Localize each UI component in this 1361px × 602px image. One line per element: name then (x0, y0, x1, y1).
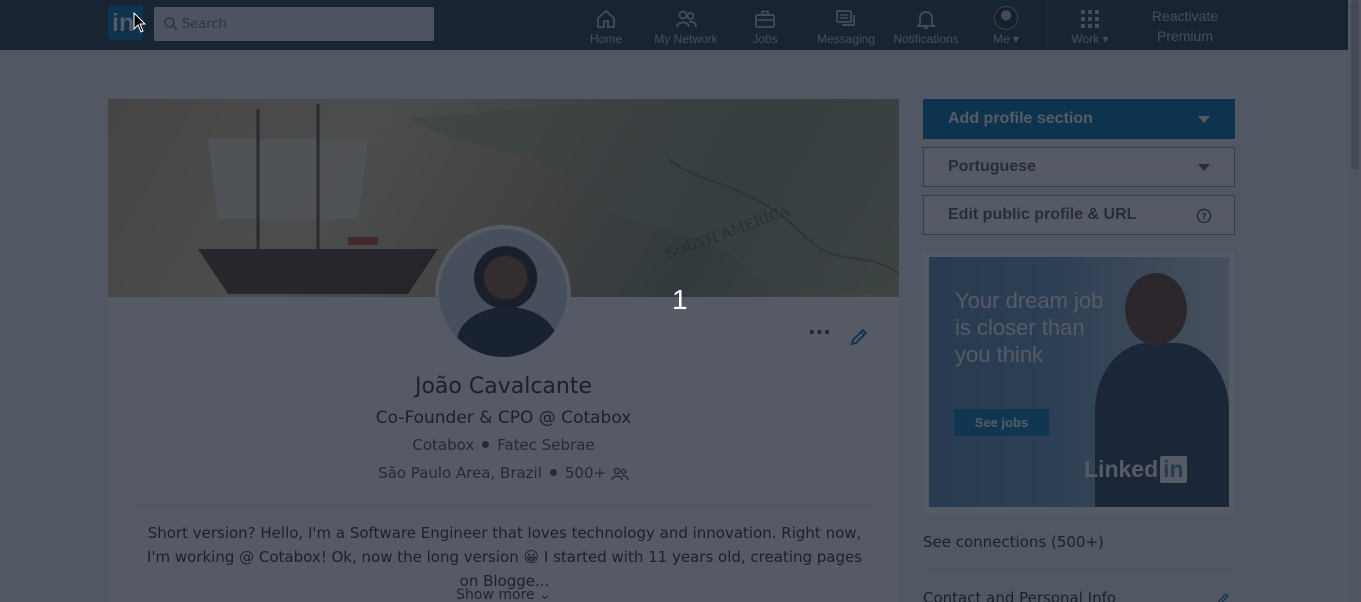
ad-person-head (1125, 273, 1187, 345)
see-connections-link[interactable]: See connections (500+) (923, 533, 1235, 551)
language-select[interactable]: Portuguese (923, 147, 1235, 187)
nav-home[interactable]: Home (586, 0, 626, 50)
nav-me-label: Me ▾ (992, 32, 1020, 46)
sidebar-divider (923, 570, 1235, 571)
chevron-down-icon: ▾ (1012, 32, 1020, 46)
job-ad[interactable]: Your dream job is closer than you think … (923, 251, 1235, 515)
nav-jobs-label: Jobs (752, 32, 778, 46)
grid-icon (1081, 10, 1099, 28)
ad-headline: Your dream job is closer than you think (955, 288, 1104, 367)
add-profile-section-label: Add profile section (948, 110, 1093, 127)
show-more-label: Show more (456, 587, 535, 602)
nav-jobs[interactable]: Jobs (745, 0, 785, 50)
briefcase-icon (755, 10, 775, 28)
nav-home-label: Home (589, 32, 622, 46)
profile-name: João Cavalcante (414, 374, 593, 399)
top-nav: in Home My Network Jobs (0, 0, 1361, 50)
card-divider (136, 505, 873, 506)
chevron-down-icon: ⌄ (539, 587, 551, 602)
pencil-icon[interactable] (848, 326, 870, 348)
home-icon (597, 9, 615, 28)
connections-icon (611, 467, 629, 480)
education[interactable]: Fatec Sebrae (497, 436, 594, 454)
chevron-down-icon: ▾ (1102, 32, 1109, 46)
add-profile-section-button[interactable]: Add profile section (923, 99, 1235, 139)
svg-text:?: ? (1201, 213, 1206, 223)
nav-separator (1046, 0, 1047, 50)
ad-brand-text: Linked (1084, 456, 1159, 482)
profile-headline: Co-Founder & CPO @ Cotabox (375, 408, 632, 428)
tour-step-number: 1 (672, 284, 688, 315)
pencil-icon[interactable] (1216, 592, 1230, 602)
search-icon (164, 17, 178, 31)
nav-notifications-label: Notifications (893, 32, 959, 46)
nav-my-network[interactable]: My Network (650, 0, 722, 50)
search-bar[interactable] (154, 7, 434, 41)
bell-icon (915, 11, 937, 29)
nav-work-label: Work ▾ (1071, 32, 1109, 46)
more-options-button[interactable]: ··· (808, 322, 832, 346)
profile-location-connections: São Paulo Area, Brazil 500+ (108, 464, 899, 482)
nav-messaging-label: Messaging (816, 32, 876, 46)
location: São Paulo Area, Brazil (378, 464, 542, 482)
nav-work[interactable]: Work ▾ (1066, 0, 1114, 50)
profile-photo[interactable] (435, 225, 571, 361)
bullet-separator (549, 469, 557, 476)
profile-summary: Short version? Hello, I'm a Software Eng… (146, 524, 863, 590)
nav-me[interactable]: Me ▾ (985, 0, 1027, 50)
nav-notifications[interactable]: Notifications (890, 0, 962, 50)
caret-down-icon (1198, 164, 1210, 171)
see-jobs-button[interactable]: See jobs (954, 409, 1049, 436)
connections-count[interactable]: 500+ (565, 464, 606, 482)
nav-messaging[interactable]: Messaging (815, 0, 877, 50)
reactivate-premium-link[interactable]: Reactivate Premium (1128, 6, 1242, 46)
profile-photo-shirt (457, 307, 557, 357)
profile-experience-education: Cotabox Fatec Sebrae (108, 436, 899, 454)
nav-my-network-label: My Network (654, 32, 718, 46)
messaging-icon (836, 10, 855, 26)
language-label: Portuguese (948, 158, 1037, 175)
scrollbar-thumb[interactable] (1351, 0, 1359, 170)
edit-public-profile-label: Edit public profile & URL (948, 206, 1137, 223)
avatar (994, 6, 1018, 30)
contact-info-link[interactable]: Contact and Personal Info (923, 589, 1235, 602)
job-ad-image: Your dream job is closer than you think … (929, 257, 1229, 507)
search-input[interactable] (182, 7, 430, 41)
ad-brand-in: in (1160, 456, 1187, 483)
show-more-button[interactable]: Show more ⌄ (108, 587, 899, 602)
bullet-separator (482, 441, 490, 448)
caret-down-icon (1198, 116, 1210, 123)
current-company[interactable]: Cotabox (412, 436, 474, 454)
edit-public-profile-button[interactable]: Edit public profile & URL ? (923, 195, 1235, 235)
network-icon (676, 10, 697, 28)
mouse-cursor-icon (133, 12, 147, 33)
linkedin-ad-logo: Linked in (1084, 456, 1187, 483)
help-icon[interactable]: ? (1196, 208, 1212, 224)
